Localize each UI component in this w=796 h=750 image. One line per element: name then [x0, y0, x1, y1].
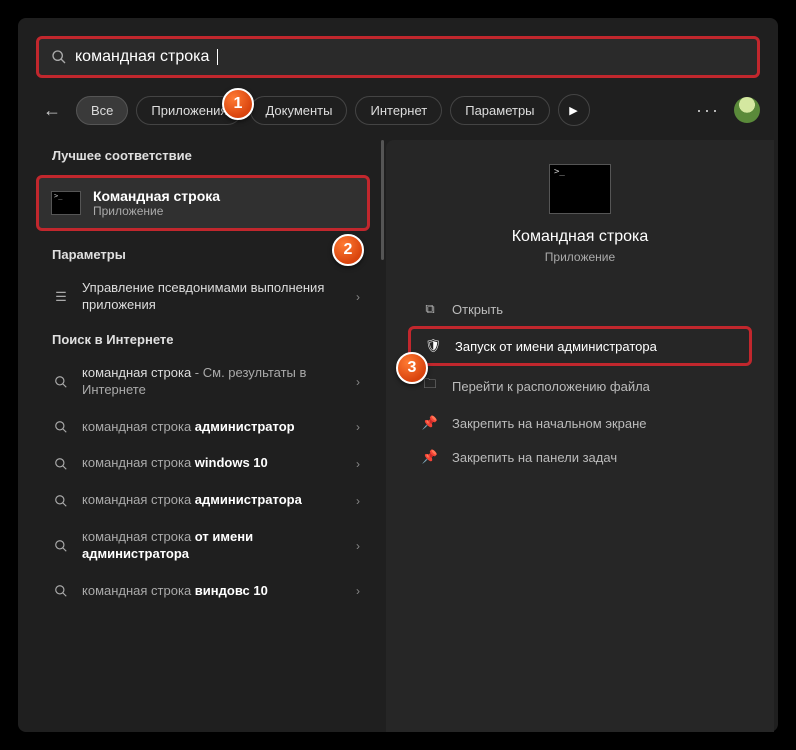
chevron-right-icon: › [356, 375, 360, 389]
content-area: Лучшее соответствие Командная строка При… [18, 140, 778, 732]
web-result-text: командная строка администратора [82, 492, 344, 509]
action-label: Закрепить на панели задач [452, 450, 617, 465]
text-cursor [217, 49, 218, 65]
web-result[interactable]: командная строка администратор › [36, 409, 386, 446]
web-result-text: командная строка - См. результаты в Инте… [82, 365, 344, 399]
filter-all[interactable]: Все [76, 96, 128, 125]
filter-documents[interactable]: Документы [250, 96, 347, 125]
action-label: Перейти к расположению файла [452, 379, 650, 394]
settings-item-aliases[interactable]: ☰ Управление псевдонимами выполнения при… [36, 270, 386, 324]
web-result-text: командная строка виндовс 10 [82, 583, 344, 600]
cmd-icon [51, 191, 81, 215]
sliders-icon: ☰ [52, 289, 70, 305]
web-result[interactable]: командная строка администратора › [36, 482, 386, 519]
open-icon: ⧉ [422, 301, 438, 317]
search-icon [52, 494, 70, 508]
pin-icon: 📌 [422, 449, 438, 465]
chevron-right-icon: › [356, 420, 360, 434]
settings-item-label: Управление псевдонимами выполнения прило… [82, 280, 344, 314]
best-match-subtitle: Приложение [93, 204, 220, 218]
overflow-menu[interactable]: ··· [690, 100, 726, 121]
search-icon [52, 457, 70, 471]
web-result[interactable]: командная строка - См. результаты в Инте… [36, 355, 386, 409]
search-input-wrapper[interactable]: командная строка [36, 36, 760, 78]
chevron-right-icon: › [356, 584, 360, 598]
preview-subtitle: Приложение [545, 250, 615, 264]
folder-icon: 🗀 [422, 375, 438, 397]
shield-icon: 🛡 [425, 338, 441, 354]
chevron-right-icon: › [356, 457, 360, 471]
action-pin-start[interactable]: 📌 Закрепить на начальном экране [408, 406, 752, 440]
action-label: Закрепить на начальном экране [452, 416, 647, 431]
searchbar-container: командная строка [18, 18, 778, 86]
chevron-right-icon: › [356, 290, 360, 304]
best-match-text: Командная строка Приложение [93, 188, 220, 218]
section-web: Поиск в Интернете [36, 324, 386, 355]
search-icon [52, 375, 70, 389]
web-result-text: командная строка администратор [82, 419, 344, 436]
filter-web[interactable]: Интернет [355, 96, 442, 125]
best-match-card[interactable]: Командная строка Приложение [36, 175, 370, 231]
section-best-match: Лучшее соответствие [36, 140, 386, 171]
results-column: Лучшее соответствие Командная строка При… [18, 140, 386, 732]
web-result[interactable]: командная строка от имени администратора… [36, 519, 386, 573]
chevron-right-icon: › [356, 494, 360, 508]
preview-actions: ⧉ Открыть 🛡 Запуск от имени администрато… [386, 292, 774, 474]
filter-settings[interactable]: Параметры [450, 96, 549, 125]
pin-icon: 📌 [422, 415, 438, 431]
filter-bar: ← Все Приложения Документы Интернет Пара… [18, 86, 778, 140]
action-open[interactable]: ⧉ Открыть [408, 292, 752, 326]
preview-title: Командная строка [512, 228, 649, 246]
web-result-text: командная строка от имени администратора [82, 529, 344, 563]
annotation-badge-3: 3 [396, 352, 428, 384]
preview-column: Командная строка Приложение ⧉ Открыть 🛡 … [386, 140, 774, 732]
chevron-right-icon: › [356, 539, 360, 553]
action-run-as-admin[interactable]: 🛡 Запуск от имени администратора [408, 326, 752, 366]
user-avatar[interactable] [734, 97, 760, 123]
best-match-title: Командная строка [93, 188, 220, 204]
search-icon [52, 584, 70, 598]
search-text: командная строка [75, 48, 209, 66]
action-open-location[interactable]: 🗀 Перейти к расположению файла [408, 366, 752, 406]
scrollbar-thumb[interactable] [381, 140, 384, 260]
search-icon [52, 539, 70, 553]
search-icon [52, 420, 70, 434]
cmd-preview-icon [549, 164, 611, 214]
annotation-badge-1: 1 [222, 88, 254, 120]
web-result[interactable]: командная строка виндовс 10 › [36, 573, 386, 610]
search-icon [51, 49, 67, 65]
back-button[interactable]: ← [36, 94, 68, 126]
action-label: Запуск от имени администратора [455, 339, 657, 354]
filter-more-button[interactable]: ▶ [558, 94, 590, 126]
action-label: Открыть [452, 302, 503, 317]
annotation-badge-2: 2 [332, 234, 364, 266]
web-result-text: командная строка windows 10 [82, 455, 344, 472]
action-pin-taskbar[interactable]: 📌 Закрепить на панели задач [408, 440, 752, 474]
web-result[interactable]: командная строка windows 10 › [36, 445, 386, 482]
